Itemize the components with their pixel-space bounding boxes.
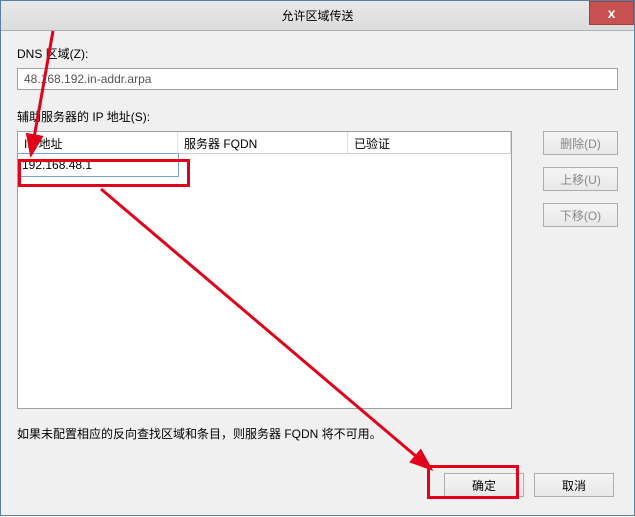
close-button[interactable]: x [589, 1, 634, 25]
column-verified[interactable]: 已验证 [348, 132, 511, 153]
column-ip[interactable]: IP 地址 [18, 132, 178, 153]
ip-address-input[interactable] [18, 154, 178, 176]
cancel-button[interactable]: 取消 [534, 473, 614, 497]
ok-button[interactable]: 确定 [444, 473, 524, 497]
move-up-button[interactable]: 上移(U) [543, 167, 618, 191]
column-fqdn[interactable]: 服务器 FQDN [178, 132, 348, 153]
table-row[interactable] [18, 154, 511, 176]
dns-zone-input[interactable] [17, 68, 618, 90]
dialog-body: DNS 区域(Z): 辅助服务器的 IP 地址(S): IP 地址 服务器 FQ… [1, 31, 634, 456]
listview-header: IP 地址 服务器 FQDN 已验证 [18, 132, 511, 154]
servers-listview[interactable]: IP 地址 服务器 FQDN 已验证 [17, 131, 512, 409]
note-text: 如果未配置相应的反向查找区域和条目，则服务器 FQDN 将不可用。 [17, 425, 618, 442]
window-title: 允许区域传送 [281, 7, 353, 24]
delete-button[interactable]: 删除(D) [543, 131, 618, 155]
move-down-button[interactable]: 下移(O) [543, 203, 618, 227]
close-icon: x [608, 5, 616, 21]
dns-zone-label: DNS 区域(Z): [17, 45, 618, 62]
dialog-window: 允许区域传送 x DNS 区域(Z): 辅助服务器的 IP 地址(S): IP … [0, 0, 635, 516]
aux-servers-label: 辅助服务器的 IP 地址(S): [17, 108, 618, 125]
titlebar: 允许区域传送 x [1, 1, 634, 31]
